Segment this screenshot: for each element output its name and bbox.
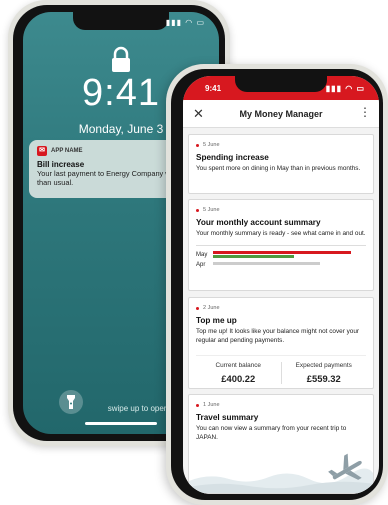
bar-out-may <box>213 254 295 258</box>
status-icons: ▮▮▮ ◠ ▭ <box>166 18 205 27</box>
card-date-text: 5 June <box>203 207 220 213</box>
wifi-icon: ◠ <box>185 18 194 27</box>
status-icons: ▮▮▮ ◠ ▭ <box>326 84 365 93</box>
bar-track <box>213 261 366 269</box>
bar-track <box>213 250 366 259</box>
signal-icon: ▮▮▮ <box>325 84 342 93</box>
bar-label-may: May <box>196 251 208 258</box>
bar-in-may <box>213 250 351 254</box>
card-date: 2 June <box>196 305 366 311</box>
status-time: 9:41 <box>205 84 222 93</box>
flashlight-icon <box>67 395 75 409</box>
card-date: 1 June <box>196 402 366 408</box>
close-icon[interactable]: ✕ <box>193 106 204 122</box>
card-title: Travel summary <box>196 413 259 422</box>
app-header: ✕ My Money Manager ⋮ <box>183 100 379 128</box>
signal-icon: ▮▮▮ <box>165 18 182 27</box>
wifi-icon: ◠ <box>345 84 354 93</box>
battery-icon: ▭ <box>356 84 365 93</box>
bar-row-apr: Apr <box>196 260 366 270</box>
expected-payments-value: £559.32 <box>306 373 341 385</box>
travel-illustration <box>189 453 373 493</box>
card-text: Your monthly summary is ready - see what… <box>196 230 366 237</box>
card-date-text: 2 June <box>203 305 220 311</box>
red-dot-icon <box>196 208 199 212</box>
card-monthly-summary[interactable]: 5 June Your monthly account summary Your… <box>188 199 374 291</box>
card-date: 5 June <box>196 142 366 148</box>
summary-bars: May Apr <box>196 244 366 270</box>
current-balance-value: £400.22 <box>221 373 256 385</box>
red-dot-icon <box>196 143 199 147</box>
card-title: Your monthly account summary <box>196 218 321 227</box>
expected-payments: Expected payments £559.32 <box>280 362 367 385</box>
bar-row-may: May <box>196 250 366 260</box>
flashlight-button[interactable] <box>59 390 83 414</box>
more-vertical-icon[interactable]: ⋮ <box>359 106 371 118</box>
card-date-text: 1 June <box>203 402 220 408</box>
card-text: You can now view a summary from your rec… <box>196 425 347 441</box>
card-spending-increase[interactable]: 5 June Spending increase You spent more … <box>188 134 374 194</box>
card-top-me-up[interactable]: 2 June Top me up Top me up! It looks lik… <box>188 297 374 389</box>
battery-icon: ▭ <box>196 18 205 27</box>
app-screen: 9:41 ▮▮▮ ◠ ▭ ✕ My Money Manager ⋮ 5 June… <box>183 76 379 494</box>
lock-icon <box>112 46 130 72</box>
card-date: 5 June <box>196 207 366 213</box>
card-title: Spending increase <box>196 153 269 162</box>
phone-notch <box>235 76 327 92</box>
app-phone: 9:41 ▮▮▮ ◠ ▭ ✕ My Money Manager ⋮ 5 June… <box>166 64 388 505</box>
notification-app-name: APP NAME <box>51 148 83 154</box>
expected-payments-label: Expected payments <box>295 362 352 370</box>
card-travel-summary[interactable]: 1 June Travel summary You can now view a… <box>188 394 374 494</box>
balance-summary: Current balance £400.22 Expected payment… <box>196 355 367 385</box>
current-balance-label: Current balance <box>215 362 261 370</box>
card-text: Top me up! It looks like your balance mi… <box>196 328 360 344</box>
card-title: Top me up <box>196 316 237 325</box>
red-dot-icon <box>196 403 199 407</box>
current-balance: Current balance £400.22 <box>196 362 281 384</box>
app-icon: ✉ <box>37 146 47 156</box>
bar-label-apr: Apr <box>196 261 206 268</box>
home-indicator[interactable] <box>85 422 157 425</box>
card-text: You spent more on dining in May than in … <box>196 165 361 172</box>
red-dot-icon <box>196 306 199 310</box>
bar-in-apr <box>213 261 321 265</box>
app-title: My Money Manager <box>239 108 323 119</box>
card-date-text: 5 June <box>203 142 220 148</box>
phone-notch <box>73 12 169 30</box>
